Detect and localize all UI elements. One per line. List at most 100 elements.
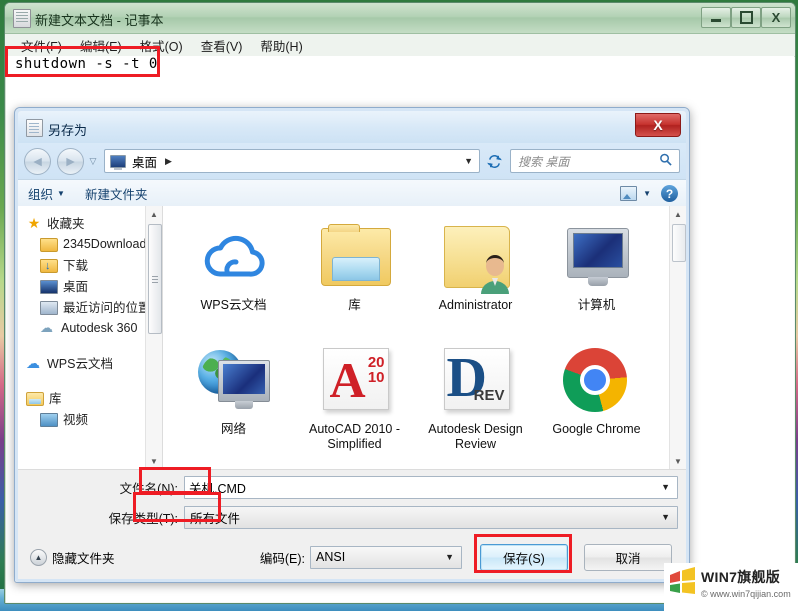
dialog-title: 另存为 xyxy=(48,123,88,138)
sidebar-item-videos[interactable]: 视频 xyxy=(18,408,162,429)
view-mode-icon[interactable] xyxy=(620,186,638,201)
recent-places-icon xyxy=(40,300,58,315)
address-bar[interactable]: 桌面 ▶ ▼ xyxy=(104,149,480,173)
file-grid: WPS云文档 库 Administrator 计算机 网络 A 20 10 Au… xyxy=(173,212,666,460)
save-button[interactable]: 保存(S) xyxy=(480,543,568,571)
notepad-text-content: shutdown -s -t 0 xyxy=(15,56,158,72)
file-item-label: Administrator xyxy=(438,298,513,312)
menu-edit[interactable]: 编辑(E) xyxy=(72,34,130,57)
chrome-icon xyxy=(559,342,635,418)
file-item-administrator[interactable]: Administrator xyxy=(415,212,536,336)
chevron-down-icon[interactable]: ▼ xyxy=(464,156,473,166)
organize-label: 组织 xyxy=(28,188,54,202)
file-item-label: 库 xyxy=(348,298,361,312)
notepad-titlebar: 新建文本文档 - 记事本 X xyxy=(5,3,795,34)
autocad-a-glyph: A xyxy=(329,352,366,408)
file-item-label: Google Chrome xyxy=(552,422,641,436)
cancel-button[interactable]: 取消 xyxy=(584,543,672,571)
file-list-scrollbar[interactable]: ▲ ▼ xyxy=(669,206,686,469)
navigation-pane: ★ 收藏夹 2345Download 下载 桌面 最近访问的位置 ☁ Aut xyxy=(18,206,162,469)
file-item-label: WPS云文档 xyxy=(200,298,267,312)
sidebar-item-desktop[interactable]: 桌面 xyxy=(18,275,162,296)
sidebar-item-libraries[interactable]: 库 xyxy=(18,387,162,408)
filetype-select[interactable]: 所有文件 ▼ xyxy=(184,505,678,529)
sidebar-item-label: 收藏夹 xyxy=(47,217,85,231)
back-button[interactable]: ◄ xyxy=(24,147,51,175)
navigation-scrollbar[interactable]: ▲ ▼ xyxy=(145,206,162,469)
organize-button[interactable]: 组织 ▼ xyxy=(18,184,75,203)
dialog-titlebar: 另存为 X xyxy=(18,111,686,143)
scroll-up-icon[interactable]: ▲ xyxy=(670,206,686,222)
filename-input[interactable]: 关机.CMD ▼ xyxy=(184,475,678,499)
scrollbar-thumb[interactable] xyxy=(672,224,686,262)
file-item-computer[interactable]: 计算机 xyxy=(536,212,657,336)
wps-cloud-glyph xyxy=(204,235,265,277)
filename-label: 文件名(N): xyxy=(119,481,178,496)
scrollbar-thumb[interactable] xyxy=(148,224,162,334)
sidebar-item-label: 下载 xyxy=(63,259,89,273)
file-item-wps-cloud[interactable]: WPS云文档 xyxy=(173,212,294,336)
autocad-icon: A 20 10 xyxy=(317,342,393,418)
file-item-label: 计算机 xyxy=(577,298,616,312)
autocad-year-badge: 20 10 xyxy=(367,354,385,386)
encoding-label: 编码(E): xyxy=(259,551,305,566)
search-input[interactable]: 搜索 桌面 xyxy=(510,149,680,173)
sidebar-item-wps-cloud[interactable]: ☁ WPS云文档 xyxy=(18,352,162,373)
file-item-autocad[interactable]: A 20 10 AutoCAD 2010 - Simplified xyxy=(294,336,415,460)
network-icon xyxy=(196,342,272,418)
close-icon: X xyxy=(771,10,781,25)
watermark-url: © www.win7qijian.com xyxy=(701,589,791,599)
encoding-select[interactable]: ANSI ▼ xyxy=(310,545,462,569)
sidebar-item-label: 库 xyxy=(49,392,62,406)
watermark-texts: WIN7旗舰版 © www.win7qijian.com xyxy=(701,567,791,599)
maximize-button[interactable] xyxy=(731,7,761,28)
file-item-label: 网络 xyxy=(220,422,246,436)
new-folder-button[interactable]: 新建文件夹 xyxy=(75,184,158,203)
chevron-down-icon[interactable]: ▼ xyxy=(643,189,651,198)
chevron-down-icon[interactable]: ▼ xyxy=(445,552,454,562)
library-folder-glyph xyxy=(320,224,391,286)
minimize-button[interactable] xyxy=(701,7,731,28)
history-dropdown-icon[interactable]: ▽ xyxy=(87,156,99,167)
file-item-network[interactable]: 网络 xyxy=(173,336,294,460)
sidebar-item-favorites[interactable]: ★ 收藏夹 xyxy=(18,212,162,233)
sidebar-item-downloads[interactable]: 下载 xyxy=(18,254,162,275)
sidebar-item-label: 桌面 xyxy=(63,280,89,294)
autodesk-cloud-icon: ☁ xyxy=(40,319,53,335)
sidebar-item-autodesk360[interactable]: ☁ Autodesk 360 xyxy=(18,317,162,338)
watermark-url-text: www.win7qijian.com xyxy=(710,589,791,599)
watermark-title: WIN7旗舰版 xyxy=(701,569,781,585)
chevron-down-icon[interactable]: ▼ xyxy=(661,512,670,522)
chevron-down-icon[interactable]: ▼ xyxy=(661,482,670,492)
sidebar-item-2345download[interactable]: 2345Download xyxy=(18,233,162,254)
user-folder-icon xyxy=(438,218,514,294)
dialog-close-button[interactable]: X xyxy=(635,113,681,137)
refresh-icon[interactable] xyxy=(482,150,506,172)
library-folder-icon xyxy=(317,218,393,294)
search-glyph xyxy=(660,153,672,166)
file-item-chrome[interactable]: Google Chrome xyxy=(536,336,657,460)
menu-help[interactable]: 帮助(H) xyxy=(252,34,310,57)
dialog-form: 文件名(N): 关机.CMD ▼ 保存类型(T): 所有文件 ▼ xyxy=(18,469,686,536)
computer-icon xyxy=(559,218,635,294)
scroll-down-icon[interactable]: ▼ xyxy=(146,453,162,469)
sidebar-item-recent-places[interactable]: 最近访问的位置 xyxy=(18,296,162,317)
file-list-pane[interactable]: WPS云文档 库 Administrator 计算机 网络 A 20 10 Au… xyxy=(163,206,686,469)
file-item-design-review[interactable]: D REV Autodesk Design Review xyxy=(415,336,536,460)
forward-button[interactable]: ► xyxy=(57,147,84,175)
hide-folders-button[interactable]: ▲ 隐藏文件夹 xyxy=(30,548,115,567)
scroll-up-icon[interactable]: ▲ xyxy=(146,206,162,222)
monitor-glyph xyxy=(217,360,270,409)
menu-format[interactable]: 格式(O) xyxy=(132,34,191,57)
filetype-value: 所有文件 xyxy=(190,511,241,526)
menu-view[interactable]: 查看(V) xyxy=(193,34,251,57)
shortcut-sheet: D REV xyxy=(443,348,510,410)
save-as-dialog: 另存为 X ◄ ► ▽ 桌面 ▶ ▼ 搜索 桌面 组织 ▼ 新建文件夹 ▼ ? … xyxy=(14,107,690,583)
help-icon[interactable]: ? xyxy=(661,185,678,202)
file-item-libraries[interactable]: 库 xyxy=(294,212,415,336)
scroll-down-icon[interactable]: ▼ xyxy=(670,453,686,469)
close-button[interactable]: X xyxy=(761,7,791,28)
design-review-icon: D REV xyxy=(438,342,514,418)
menu-file[interactable]: 文件(F) xyxy=(13,34,70,57)
